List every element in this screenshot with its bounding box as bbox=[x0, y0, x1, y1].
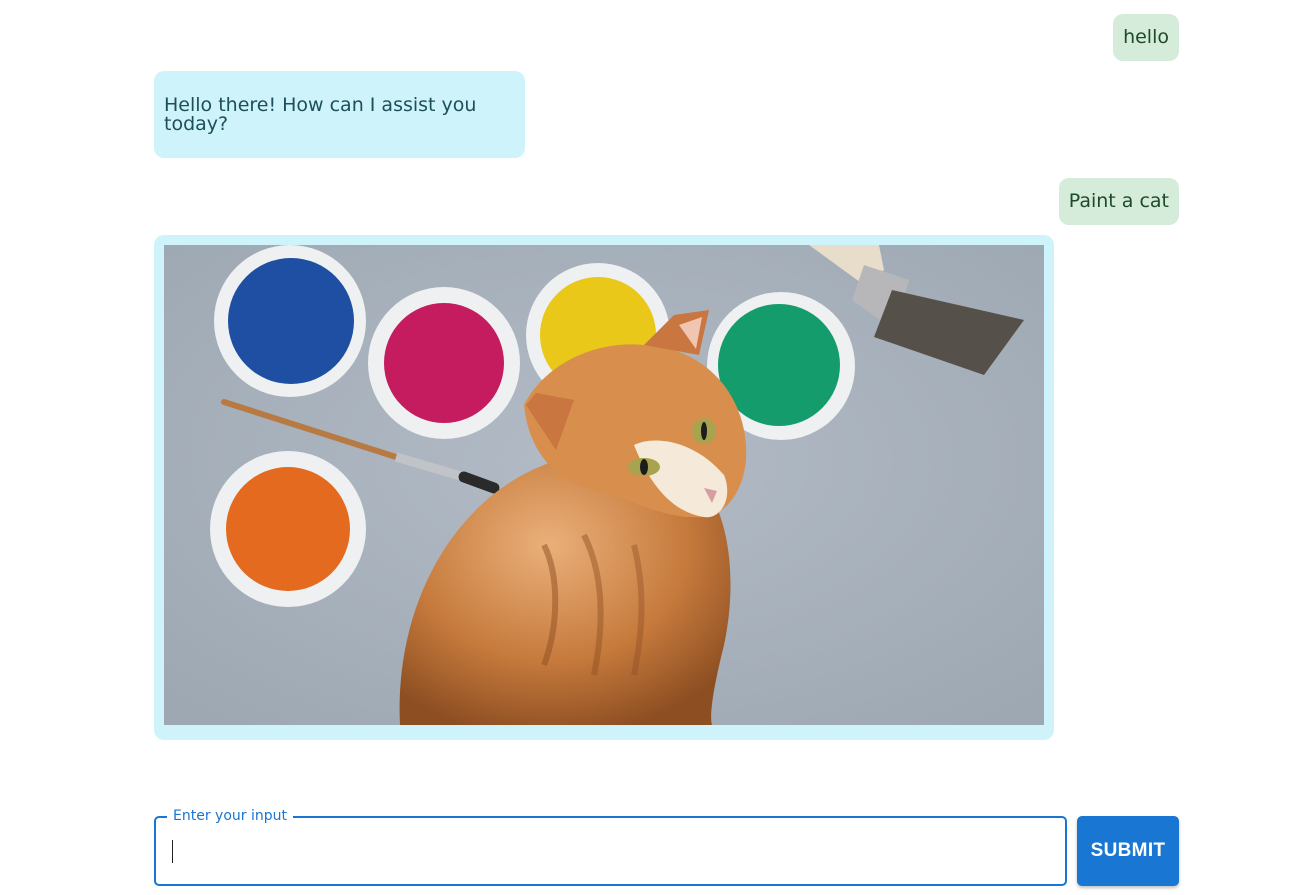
assistant-message: Hello there! How can I assist you today? bbox=[154, 71, 525, 158]
input-label: Enter your input bbox=[167, 808, 293, 824]
user-message: Paint a cat bbox=[1058, 178, 1179, 225]
text-caret bbox=[172, 840, 173, 863]
paint-pot-blue bbox=[214, 245, 366, 397]
chat-input[interactable] bbox=[170, 830, 1054, 874]
message-text: Hello there! How can I assist you today? bbox=[164, 93, 477, 135]
chat-input-field[interactable]: Enter your input bbox=[154, 808, 1067, 886]
user-message: hello bbox=[1113, 14, 1179, 61]
chat-page: hello Hello there! How can I assist you … bbox=[0, 0, 1300, 895]
message-text: Paint a cat bbox=[1068, 190, 1169, 212]
generated-cat-image bbox=[164, 245, 1044, 725]
paint-pot-orange bbox=[210, 451, 366, 607]
paint-pot-magenta bbox=[368, 287, 520, 439]
assistant-image-message bbox=[154, 235, 1054, 740]
submit-button[interactable]: SUBMIT bbox=[1077, 816, 1179, 886]
message-text: hello bbox=[1123, 26, 1169, 48]
